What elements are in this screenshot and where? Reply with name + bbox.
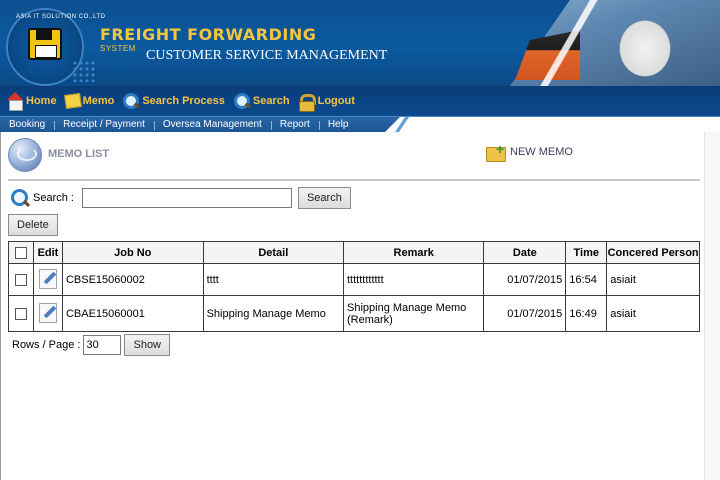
table-header-row: Edit Job No Detail Remark Date Time Conc…: [8, 241, 700, 264]
nav-search[interactable]: Search: [233, 92, 290, 110]
search-input[interactable]: [81, 188, 292, 208]
floppy-disk-icon: [28, 28, 62, 60]
edit-icon[interactable]: [37, 301, 59, 323]
delete-button[interactable]: Delete: [8, 214, 58, 236]
search-icon: [233, 92, 251, 110]
dot-pattern: [72, 60, 96, 82]
scrollbar-gutter[interactable]: [704, 132, 720, 480]
logo-text: ASIA IT SOLUTION CO.,LTD: [16, 14, 106, 20]
header-time: Time: [565, 241, 608, 264]
pager-row: Rows / Page : Show: [12, 334, 171, 356]
airplane-image: [610, 10, 680, 80]
subnav-help[interactable]: Help: [318, 119, 358, 130]
nav-search-process[interactable]: Search Process: [122, 92, 225, 110]
header-detail: Detail: [202, 241, 345, 264]
subnav-booking[interactable]: Booking: [0, 119, 54, 130]
header-edit: Edit: [32, 241, 63, 264]
cell-detail: Shipping Manage Memo: [202, 295, 345, 332]
main-nav: Home Memo Search Process Search Logout: [0, 86, 720, 117]
table-row: CBAE15060001 Shipping Manage Memo Shippi…: [8, 295, 700, 332]
app-title: FREIGHT FORWARDING: [100, 25, 317, 44]
header-date: Date: [483, 241, 567, 264]
cell-person: asiait: [606, 263, 700, 296]
show-button[interactable]: Show: [124, 334, 171, 356]
page-title: MEMO LIST: [48, 148, 110, 160]
memo-icon: [63, 92, 82, 110]
cell-person: asiait: [606, 295, 700, 332]
row-edit-cell: [32, 295, 63, 332]
search-icon: [10, 188, 30, 208]
cell-remark: tttttttttttt: [342, 263, 485, 296]
cell-job-no: CBAE15060001: [61, 295, 204, 332]
new-memo-link[interactable]: NEW MEMO: [486, 141, 573, 162]
folder-add-icon: [486, 141, 506, 162]
cell-date: 01/07/2015: [483, 263, 567, 296]
app-subtitle-system: SYSTEM: [100, 44, 136, 53]
header-divider: [8, 179, 700, 181]
table-row: CBSE15060002 tttt tttttttttttt 01/07/201…: [8, 263, 700, 296]
search-button[interactable]: Search: [297, 187, 351, 209]
nav-memo[interactable]: Memo: [63, 92, 115, 110]
cell-time: 16:49: [565, 295, 608, 332]
nav-logout[interactable]: Logout: [298, 92, 355, 112]
subnav-report[interactable]: Report: [270, 119, 319, 130]
sub-nav: Booking Receipt / Payment Oversea Manage…: [0, 117, 720, 132]
cell-remark: Shipping Manage Memo (Remark): [342, 295, 485, 332]
frame-border: [0, 132, 1, 480]
new-memo-label: NEW MEMO: [510, 146, 573, 158]
rows-per-page-input[interactable]: [83, 335, 122, 355]
subnav-receipt-payment[interactable]: Receipt / Payment: [54, 119, 154, 130]
nav-logout-label: Logout: [317, 95, 355, 107]
row-select-cell: [8, 295, 34, 332]
globe-icon: [8, 138, 42, 172]
header-job-no: Job No: [61, 241, 204, 264]
rows-per-page-label: Rows / Page :: [12, 339, 81, 351]
search-label: Search :: [33, 192, 74, 204]
banner-stripe: [540, 0, 600, 86]
edit-icon[interactable]: [37, 267, 59, 289]
search-row: Search : Search: [10, 186, 351, 210]
sub-nav-bar: Booking Receipt / Payment Oversea Manage…: [0, 117, 400, 132]
cell-time: 16:54: [565, 263, 608, 296]
select-all-checkbox[interactable]: [14, 246, 27, 259]
home-icon: [6, 92, 24, 111]
header-remark: Remark: [342, 241, 485, 264]
cell-detail: tttt: [202, 263, 345, 296]
search-icon: [122, 92, 140, 110]
cell-job-no: CBSE15060002: [61, 263, 204, 296]
nav-search-label: Search: [252, 95, 290, 107]
lock-icon: [298, 92, 316, 112]
page-header: MEMO LIST NEW MEMO: [8, 136, 700, 178]
row-checkbox[interactable]: [14, 307, 27, 320]
row-select-cell: [8, 263, 34, 296]
memo-table: Edit Job No Detail Remark Date Time Conc…: [8, 241, 700, 332]
header-banner: ASIA IT SOLUTION CO.,LTD FREIGHT FORWARD…: [0, 0, 720, 86]
select-all-header: [8, 241, 34, 264]
cell-date: 01/07/2015: [483, 295, 567, 332]
nav-home[interactable]: Home: [6, 92, 57, 111]
row-edit-cell: [32, 263, 63, 296]
header-person: Concered Person: [606, 241, 700, 264]
nav-memo-label: Memo: [82, 95, 115, 107]
subnav-oversea-management[interactable]: Oversea Management: [153, 119, 271, 130]
row-checkbox[interactable]: [14, 273, 27, 286]
nav-search-process-label: Search Process: [142, 95, 225, 107]
nav-home-label: Home: [26, 95, 57, 107]
app-subtitle: CUSTOMER SERVICE MANAGEMENT: [146, 48, 388, 63]
